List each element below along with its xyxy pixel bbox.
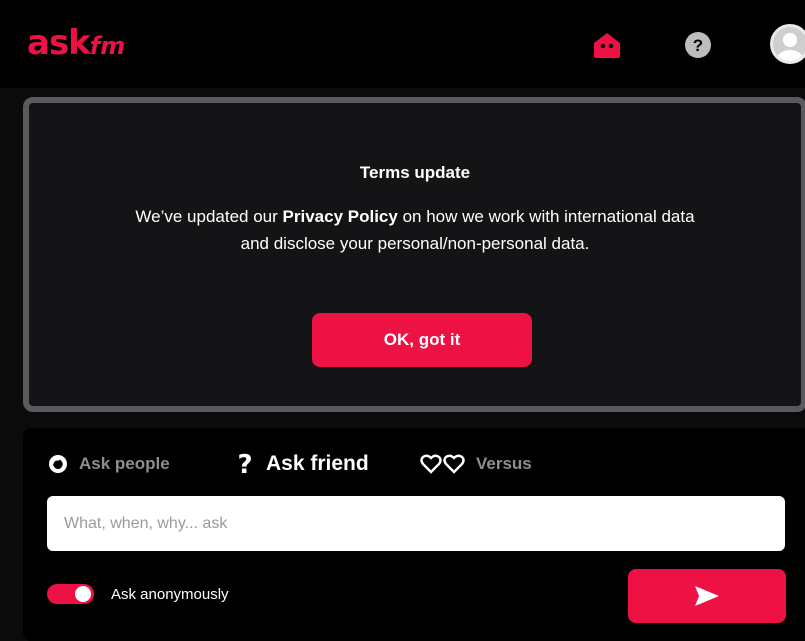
privacy-policy-link[interactable]: Privacy Policy (283, 207, 398, 226)
svg-text:?: ? (693, 36, 703, 55)
ask-panel: Ask people ? Ask friend Versus Ask anony… (23, 428, 805, 641)
tab-versus[interactable]: Versus (420, 448, 532, 480)
avatar-button[interactable] (770, 24, 805, 64)
tab-ask-friend[interactable]: ? Ask friend (234, 448, 369, 480)
ok-got-it-button[interactable]: OK, got it (312, 313, 532, 367)
waving-hand-icon (49, 455, 67, 473)
svg-text:?: ? (237, 450, 252, 478)
terms-body-prefix: We’ve updated our (135, 207, 283, 226)
app-header: askfm ? (0, 0, 805, 88)
logo-sub-text: fm (89, 32, 126, 60)
terms-title: Terms update (359, 163, 471, 182)
tab-ask-people-label: Ask people (79, 454, 170, 473)
askfm-logo[interactable]: askfm (27, 26, 125, 63)
logo-main-text: ask (27, 23, 91, 63)
terms-message: We’ve updated our Privacy Policy on how … (129, 203, 701, 257)
ask-anonymously-toggle[interactable]: Ask anonymously (47, 584, 229, 604)
avatar-icon (777, 33, 803, 61)
terms-update-card: Terms update We’ve updated our Privacy P… (23, 97, 805, 412)
question-input[interactable] (47, 496, 785, 551)
ask-anonymously-label: Ask anonymously (111, 585, 229, 603)
tab-versus-label: Versus (476, 454, 532, 473)
send-button[interactable] (628, 569, 786, 623)
tab-ask-people[interactable]: Ask people (47, 448, 170, 480)
home-button[interactable] (590, 28, 624, 62)
tab-ask-friend-label: Ask friend (266, 452, 369, 475)
two-hearts-icon (420, 454, 465, 474)
switch-knob (75, 586, 91, 602)
question-mark-icon: ? (237, 450, 252, 478)
anonymous-switch[interactable] (47, 584, 94, 604)
home-icon (594, 33, 620, 58)
send-icon (695, 586, 719, 606)
help-button[interactable]: ? (682, 29, 714, 61)
help-icon: ? (685, 32, 711, 58)
